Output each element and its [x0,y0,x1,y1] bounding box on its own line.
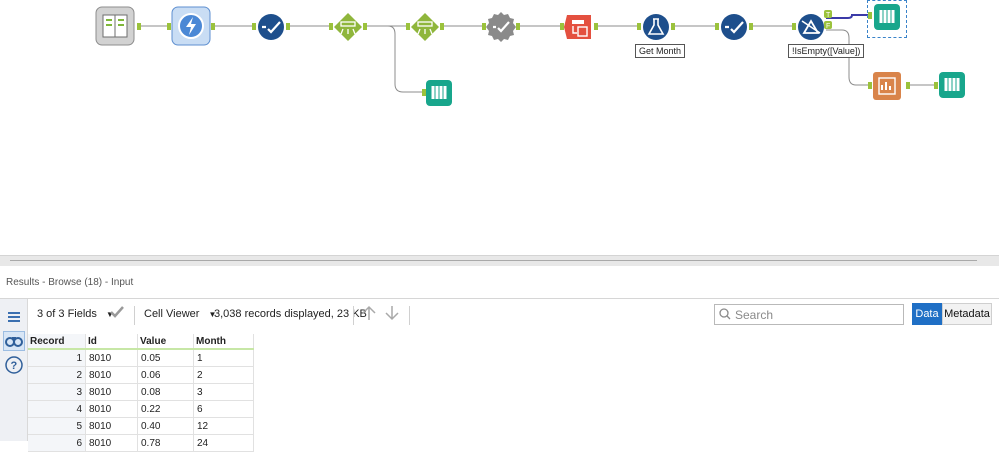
select-icon[interactable] [719,12,749,45]
table-row[interactable]: 5 8010 0.40 12 [28,417,254,435]
arrow-up-icon[interactable] [362,305,376,324]
month-cell[interactable]: 12 [193,417,254,435]
results-title: Results - Browse (18) - Input [6,277,134,288]
id-cell[interactable]: 8010 [85,417,138,435]
pane-divider[interactable] [0,255,999,266]
value-cell[interactable]: 0.06 [137,366,194,384]
month-cell[interactable]: 2 [193,366,254,384]
browse-icon[interactable] [867,0,907,38]
filter-annotation: !IsEmpty([Value]) [788,44,865,58]
fields-label: 3 of 3 Fields [37,308,97,320]
id-cell[interactable]: 8010 [85,366,138,384]
results-toolbar: 3 of 3 Fields ▼ Cell Viewer ▼ 3,038 reco… [28,299,999,331]
dynamic-input-icon[interactable] [171,6,211,49]
cell-viewer-label: Cell Viewer [144,308,200,320]
column-header-id[interactable]: Id [85,334,138,350]
search-input[interactable]: Search [714,304,904,325]
checkmark-icon[interactable] [110,305,124,322]
table-header-row: Record Id Value Month [28,334,254,350]
month-cell[interactable]: 24 [193,434,254,452]
month-cell[interactable]: 1 [193,349,254,367]
auto-field-icon[interactable] [486,12,516,45]
column-header-value[interactable]: Value [137,334,194,350]
binoculars-icon[interactable] [3,331,25,351]
id-cell[interactable]: 8010 [85,400,138,418]
toolbar-divider [134,306,135,325]
search-icon [719,308,731,323]
month-cell[interactable]: 6 [193,400,254,418]
results-table: Record Id Value Month 1 8010 0.05 1 2 80… [28,334,254,452]
help-icon[interactable]: ? [3,355,25,375]
table-row[interactable]: 4 8010 0.22 6 [28,400,254,418]
id-cell[interactable]: 8010 [85,349,138,367]
workflow-canvas[interactable]: T F Get Month !IsEmpty([Value]) [0,0,999,255]
list-view-icon[interactable] [3,308,25,328]
record-cell: 6 [28,434,86,452]
search-placeholder: Search [735,308,774,322]
record-cell: 5 [28,417,86,435]
results-panel: Results - Browse (18) - Input ? 3 of 3 F… [0,266,999,452]
column-header-record[interactable]: Record [28,334,86,350]
svg-text:T: T [826,12,831,19]
record-cell: 3 [28,383,86,401]
transpose-icon[interactable] [564,12,594,45]
table-row[interactable]: 2 8010 0.06 2 [28,366,254,384]
id-cell[interactable]: 8010 [85,383,138,401]
value-cell[interactable]: 0.22 [137,400,194,418]
record-cell: 1 [28,349,86,367]
formula-icon[interactable] [641,12,671,45]
table-row[interactable]: 1 8010 0.05 1 [28,349,254,367]
records-info: 3,038 records displayed, 23 KB [214,308,367,320]
report-icon[interactable] [872,71,902,104]
record-cell: 2 [28,366,86,384]
text-to-columns-icon[interactable] [333,12,363,45]
fields-dropdown[interactable]: 3 of 3 Fields ▼ [37,308,114,320]
cell-viewer-dropdown[interactable]: Cell Viewer ▼ [144,308,216,320]
text-to-columns-icon[interactable] [410,12,440,45]
toolbar-divider [353,306,354,325]
record-cell: 4 [28,400,86,418]
browse-icon[interactable] [938,71,966,102]
results-rail: ? [0,299,28,441]
toolbar-divider [409,306,410,325]
column-header-month[interactable]: Month [193,334,254,350]
arrow-down-icon[interactable] [385,305,399,324]
table-row[interactable]: 6 8010 0.78 24 [28,434,254,452]
table-row[interactable]: 3 8010 0.08 3 [28,383,254,401]
metadata-button[interactable]: Metadata [942,303,992,325]
filter-icon[interactable]: T F [796,10,832,45]
value-cell[interactable]: 0.40 [137,417,194,435]
browse-icon[interactable] [425,79,453,110]
svg-text:?: ? [11,360,18,372]
id-cell[interactable]: 8010 [85,434,138,452]
month-cell[interactable]: 3 [193,383,254,401]
input-data-icon[interactable] [95,6,135,49]
value-cell[interactable]: 0.08 [137,383,194,401]
select-icon[interactable] [256,12,286,45]
svg-text:F: F [826,23,830,30]
value-cell[interactable]: 0.78 [137,434,194,452]
data-button[interactable]: Data [912,303,942,325]
value-cell[interactable]: 0.05 [137,349,194,367]
formula-annotation: Get Month [635,44,686,58]
